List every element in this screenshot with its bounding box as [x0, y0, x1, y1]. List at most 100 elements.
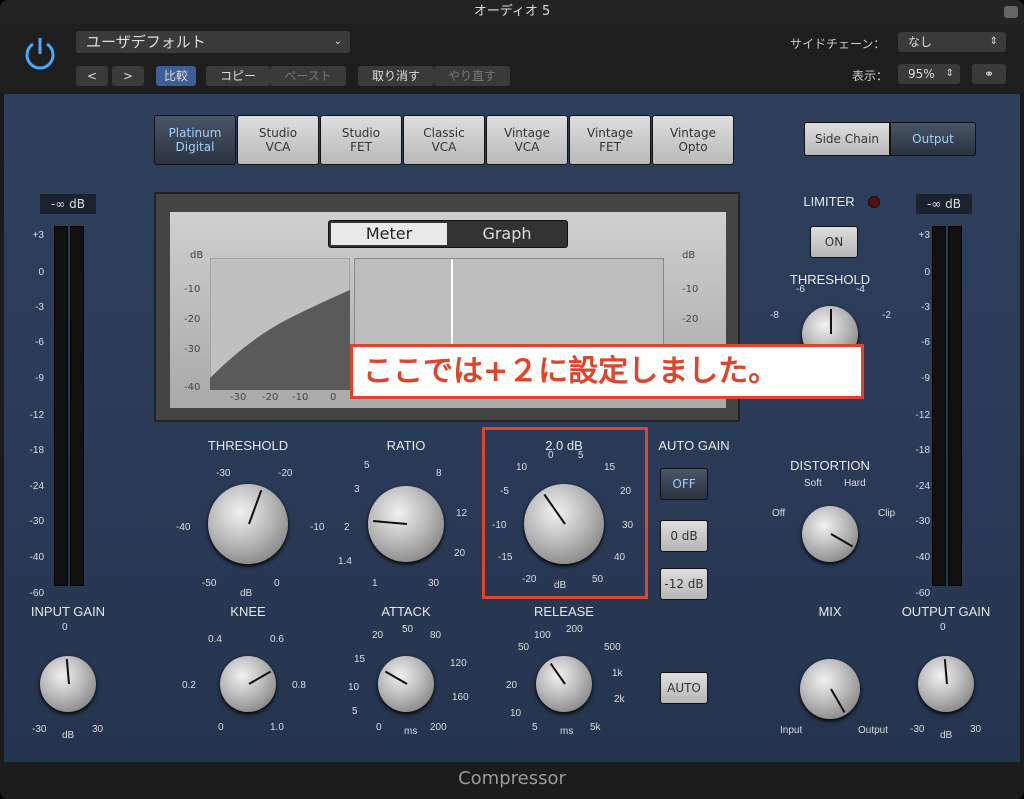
model-button[interactable]: Vintage Opto — [652, 115, 734, 165]
threshold-label: THRESHOLD — [207, 438, 289, 453]
power-icon[interactable] — [20, 34, 60, 74]
meter-scale-label: -18 — [915, 445, 930, 456]
knob-scale-label: -30 — [32, 724, 47, 735]
graph-y-label: -30 — [184, 344, 201, 355]
knob-scale-label: 0 — [218, 722, 224, 733]
release-knob[interactable] — [536, 656, 592, 712]
auto-gain-label: AUTO GAIN — [658, 438, 730, 453]
graph-x-label: -10 — [292, 392, 309, 403]
knob-scale-label: 20 — [506, 680, 518, 691]
threshold-knob[interactable] — [208, 484, 288, 564]
fullscreen-icon[interactable] — [1004, 6, 1018, 18]
knob-indicator — [248, 489, 263, 525]
view-zoom-value: 95% — [908, 67, 935, 81]
side-chain-button[interactable]: Side Chain — [804, 122, 890, 156]
graph-y-label: -20 — [184, 314, 201, 325]
meter-scale-label: -6 — [921, 337, 930, 348]
meter-scale-label: -9 — [35, 373, 44, 384]
input-gain-knob[interactable] — [40, 656, 96, 712]
output-button[interactable]: Output — [890, 122, 976, 156]
knob-scale-label: 1.0 — [270, 722, 284, 733]
attack-knob[interactable] — [378, 656, 434, 712]
knob-scale-label: 1 — [372, 578, 378, 589]
preset-menu[interactable]: ユーザデフォルト ⌄ — [76, 31, 350, 53]
knob-scale-label: -8 — [770, 310, 779, 321]
knob-scale-label: 2 — [344, 522, 350, 533]
knob-scale-label: 100 — [534, 630, 551, 641]
graph-x-label: 0 — [330, 392, 337, 403]
input-meter-readout: -∞ dB — [40, 194, 96, 214]
auto-release-button[interactable]: AUTO — [660, 672, 708, 704]
link-icon[interactable]: ⚭ — [972, 64, 1006, 84]
knob-scale-label: -30 — [216, 468, 231, 479]
compare-button[interactable]: 比較 — [156, 66, 196, 86]
meter-scale-label: -30 — [915, 516, 930, 527]
knob-scale-label: -30 — [910, 724, 925, 735]
knob-scale-label: 10 — [510, 708, 522, 719]
auto-gain-off-button[interactable]: OFF — [660, 468, 708, 500]
knob-scale-label: 10 — [348, 682, 360, 693]
model-button[interactable]: Studio VCA — [237, 115, 319, 165]
meter-scale-label: 0 — [38, 267, 44, 278]
knob-indicator — [248, 670, 272, 685]
distortion-knob[interactable] — [802, 506, 858, 562]
meter-scale-label: +3 — [918, 230, 930, 241]
meter-scale-label: -60 — [915, 588, 930, 599]
mix-knob[interactable] — [800, 659, 860, 719]
window-title: オーディオ 5 — [473, 4, 551, 19]
output-gain-knob[interactable] — [918, 656, 974, 712]
redo-button[interactable]: やり直す — [434, 66, 510, 86]
graph-db-label: dB — [190, 250, 204, 261]
knob-scale-label: Output — [858, 725, 889, 736]
knob-scale-label: ms — [560, 726, 574, 737]
meter-right-scale-label: dB — [682, 250, 696, 261]
ratio-knob[interactable] — [368, 486, 444, 562]
knob-scale-label: -10 — [310, 522, 325, 533]
model-button[interactable]: Platinum Digital — [154, 115, 236, 165]
meter-scale-label: -6 — [35, 337, 44, 348]
meter-right-scale-label: -20 — [682, 314, 699, 325]
paste-button[interactable]: ペースト — [270, 66, 346, 86]
knob-scale-label: Soft — [804, 478, 822, 489]
next-preset-button[interactable]: > — [112, 66, 144, 86]
knob-scale-label: 5 — [352, 706, 358, 717]
knob-scale-label: 0.4 — [208, 634, 222, 645]
model-button[interactable]: Vintage FET — [569, 115, 651, 165]
knob-scale-label: -4 — [856, 284, 865, 295]
input-meter-right — [70, 226, 84, 586]
tab-meter[interactable]: Meter — [331, 223, 447, 245]
auto-gain-minus12-button[interactable]: -12 dB — [660, 568, 708, 600]
knob-scale-label: 500 — [604, 642, 621, 653]
knob-scale-label: 120 — [450, 658, 467, 669]
knob-scale-label: 5 — [364, 460, 370, 471]
tab-graph[interactable]: Graph — [449, 223, 565, 245]
meter-scale-label: -12 — [29, 410, 44, 421]
undo-button[interactable]: 取り消す — [358, 66, 434, 86]
model-button[interactable]: Classic VCA — [403, 115, 485, 165]
knob-scale-label: -40 — [176, 522, 191, 533]
knee-knob[interactable] — [220, 656, 276, 712]
knob-scale-label: 12 — [456, 508, 468, 519]
limiter-label: LIMITER — [803, 194, 855, 209]
meter-scale-label: -24 — [29, 481, 44, 492]
auto-gain-0db-button[interactable]: 0 dB — [660, 520, 708, 552]
plugin-header: ユーザデフォルト ⌄ < > 比較 コピー ペースト 取り消す やり直す サイド… — [0, 24, 1024, 94]
meter-scale-label: -3 — [921, 302, 930, 313]
copy-button[interactable]: コピー — [206, 66, 270, 86]
meter-scale-label: 0 — [924, 267, 930, 278]
model-button[interactable]: Vintage VCA — [486, 115, 568, 165]
sidechain-select[interactable]: なし ⇕ — [898, 32, 1006, 52]
knob-scale-label: 0.2 — [182, 680, 196, 691]
limiter-on-button[interactable]: ON — [810, 226, 858, 258]
display-tabs: Meter Graph — [328, 220, 568, 248]
view-zoom-select[interactable]: 95% ⇕ — [898, 64, 960, 84]
output-meter-left — [932, 226, 946, 586]
meter-scale-label: -40 — [29, 552, 44, 563]
prev-preset-button[interactable]: < — [76, 66, 108, 86]
graph-x-label: -20 — [262, 392, 279, 403]
output-gain-label: OUTPUT GAIN — [901, 604, 991, 619]
knob-scale-label: 80 — [430, 630, 442, 641]
meter-scale-label: +3 — [32, 230, 44, 241]
knob-scale-label: 0.8 — [292, 680, 306, 691]
model-button[interactable]: Studio FET — [320, 115, 402, 165]
